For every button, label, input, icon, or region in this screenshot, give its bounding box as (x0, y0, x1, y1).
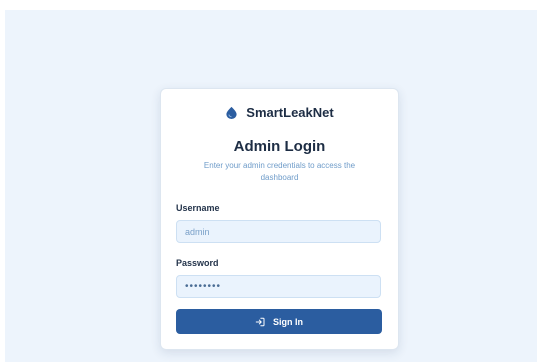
username-label: Username (176, 203, 220, 213)
sign-in-label: Sign In (273, 316, 303, 327)
password-label: Password (176, 258, 219, 268)
password-input[interactable] (176, 275, 381, 298)
water-drop-icon (226, 106, 237, 119)
sign-in-button[interactable]: Sign In (176, 309, 382, 334)
brand-name: SmartLeakNet (246, 105, 334, 120)
username-input[interactable] (176, 220, 381, 243)
login-subtitle: Enter your admin credentials to access t… (203, 161, 356, 182)
brand-header: SmartLeakNet (160, 104, 399, 122)
log-in-icon (255, 317, 265, 326)
page-title: Admin Login (233, 138, 326, 155)
